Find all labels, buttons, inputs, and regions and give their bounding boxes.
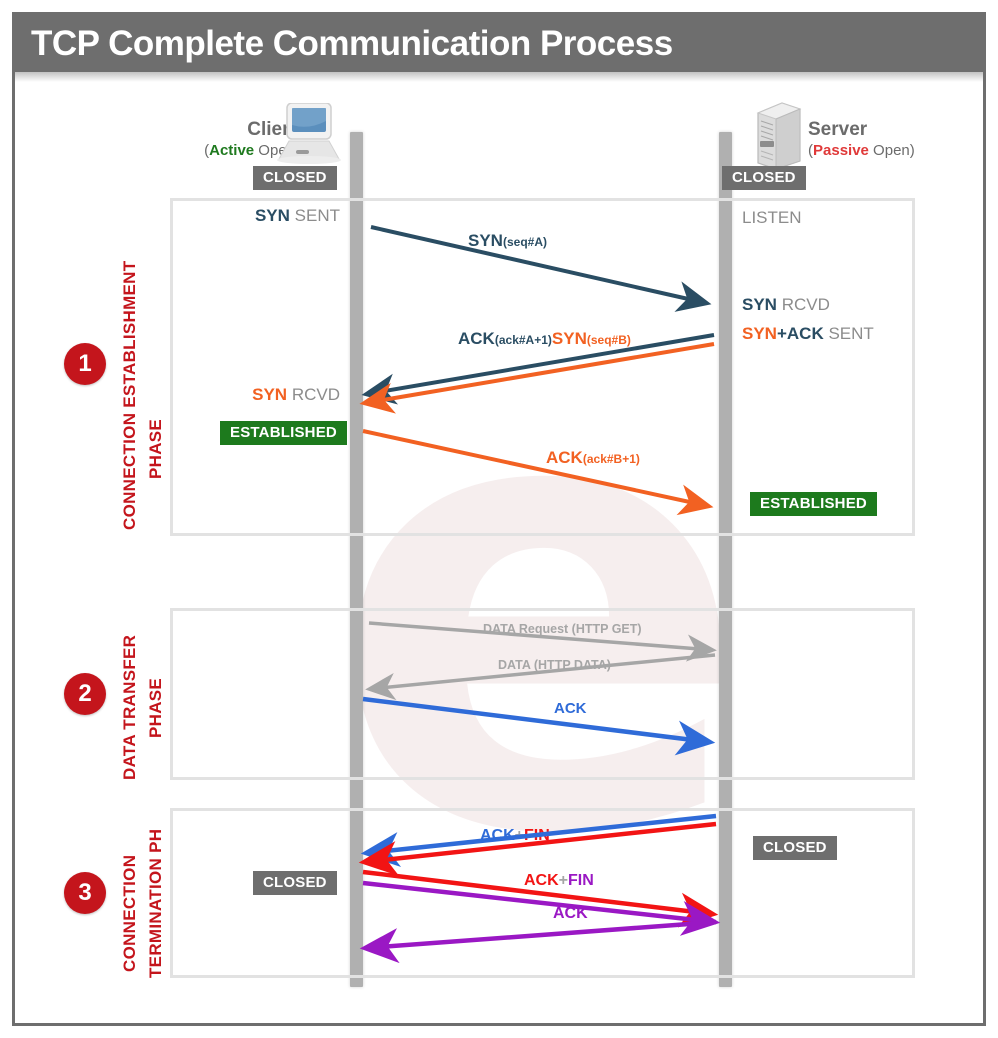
acksyn-ack-main: ACK — [458, 329, 495, 348]
message-label-ack-fin-1: ACK+FIN — [480, 827, 550, 845]
server-endpoint-header: Server (Passive Open) — [808, 118, 968, 161]
phase-label-1-line1: CONNECTION ESTABLISHMENT — [120, 260, 139, 530]
desktop-computer-icon — [277, 103, 341, 164]
message-label-data-request: DATA Request (HTTP GET) — [483, 622, 642, 636]
syn-rcvd-suffix: RCVD — [287, 385, 340, 404]
ackfin2-ack: ACK — [524, 872, 559, 889]
message-label-ack-fin-2: ACK+FIN — [524, 872, 594, 890]
message-label-ack-final: ACK — [553, 905, 588, 922]
phase-label-2-line1: DATA TRANSFER — [120, 634, 139, 780]
client-state-syn-sent: SYN SENT — [175, 205, 340, 226]
message-label-ack-b: ACK(ack#B+1) — [546, 448, 640, 468]
phase-number-1: 1 — [64, 343, 106, 385]
server-state-synack-sent: SYN+ACK SENT — [742, 323, 874, 344]
phase-label-1-line2: PHASE — [146, 418, 165, 479]
server-syn-rcvd-suffix: RCVD — [776, 295, 830, 314]
ackfin1-plus: + — [514, 827, 525, 844]
phase-number-2: 2 — [64, 673, 106, 715]
ackb-sub: (ack#B+1) — [582, 452, 640, 466]
server-state-listen: LISTEN — [742, 208, 802, 227]
status-badge-server-closed: CLOSED — [722, 166, 806, 190]
server-state-syn-rcvd: SYN RCVD — [742, 294, 830, 315]
syn-main: SYN — [468, 231, 503, 250]
server-open-type: Passive — [813, 142, 869, 159]
server-tower-icon — [756, 102, 802, 170]
message-label-data: DATA (HTTP DATA) — [498, 658, 611, 672]
phase-label-3-line1: CONNECTION — [120, 854, 139, 972]
ackfin1-fin: FIN — [524, 827, 550, 844]
syn-sent-suffix: SENT — [289, 206, 340, 225]
phase-label-3-line2: TERMINATION PH — [146, 828, 165, 978]
synack-ack-keyword: ACK — [786, 324, 824, 343]
server-label: Server — [808, 119, 868, 140]
diagram-root: e TCP Complete Communication Process Cli… — [0, 0, 998, 1038]
server-open-suffix: Open) — [868, 142, 915, 159]
client-open-type: Active — [209, 142, 255, 159]
message-label-ack-data: ACK — [554, 700, 587, 717]
acksyn-syn-sub: (seq#B) — [586, 333, 631, 347]
ackfin2-fin: FIN — [568, 872, 594, 889]
message-label-syn: SYN(seq#A) — [468, 231, 547, 251]
synack-plus: + — [776, 324, 787, 343]
phase-label-2-line2: PHASE — [146, 677, 165, 738]
phase-number-3: 3 — [64, 872, 106, 914]
syn-rcvd-keyword: SYN — [252, 385, 288, 404]
status-badge-client-closed: CLOSED — [253, 166, 337, 190]
page-title: TCP Complete Communication Process — [31, 23, 673, 63]
syn-sent-keyword: SYN — [254, 206, 290, 225]
title-bar: TCP Complete Communication Process — [15, 15, 983, 72]
synack-sent-suffix: SENT — [823, 324, 874, 343]
ackb-main: ACK — [546, 448, 583, 467]
syn-sub: (seq#A) — [502, 235, 547, 249]
client-state-syn-rcvd: SYN RCVD — [175, 384, 340, 405]
acksyn-syn-main: SYN — [551, 329, 587, 348]
synack-syn-keyword: SYN — [742, 324, 777, 343]
message-label-ack-syn: ACK(ack#A+1)SYN(seq#B) — [458, 329, 631, 349]
server-syn-rcvd-keyword: SYN — [742, 295, 777, 314]
server-open-mode: (Passive Open) — [808, 141, 968, 161]
ackfin1-ack: ACK — [480, 827, 515, 844]
ackfin2-plus: + — [558, 872, 569, 889]
acksyn-ack-sub: (ack#A+1) — [494, 333, 552, 347]
